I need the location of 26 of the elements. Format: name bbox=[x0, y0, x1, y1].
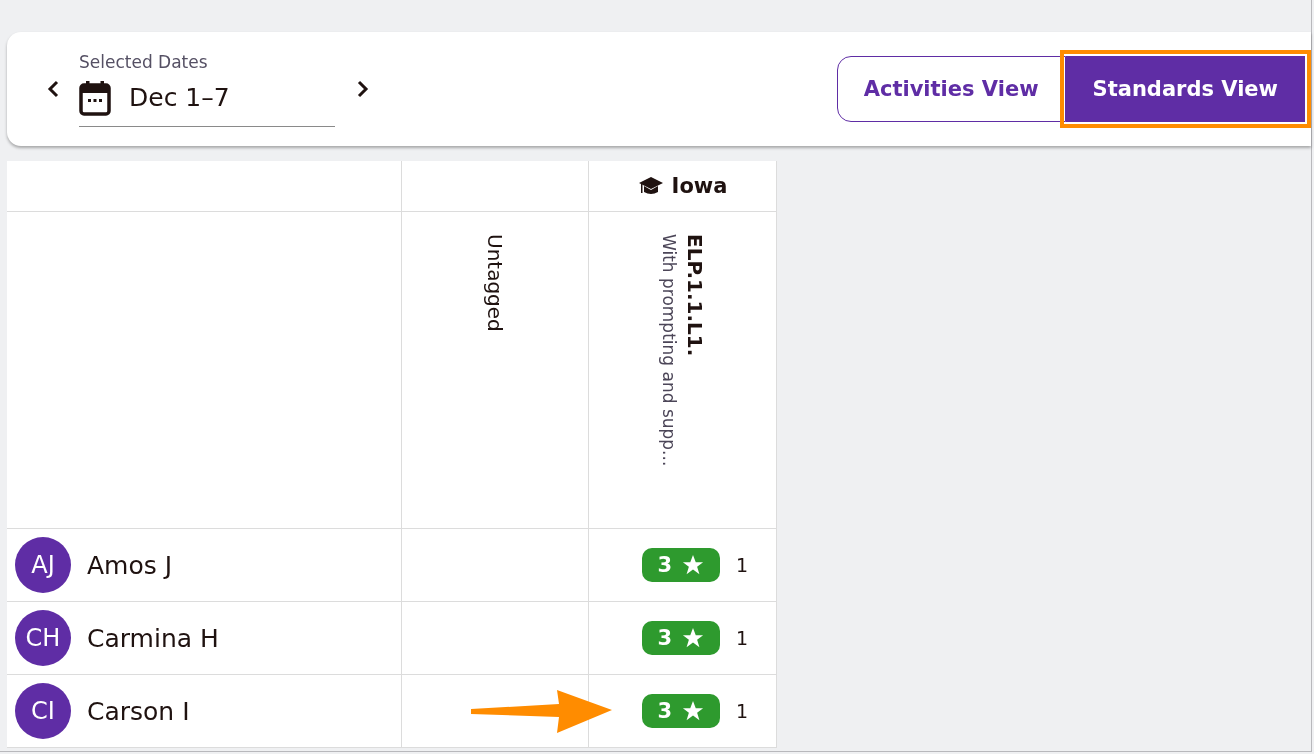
count: 1 bbox=[735, 700, 748, 722]
date-field[interactable]: Dec 1–7 bbox=[79, 79, 335, 127]
column-header: ELP.1.1.L1. bbox=[682, 234, 707, 359]
score-badge: 3 bbox=[641, 548, 720, 582]
calendar-icon bbox=[79, 79, 111, 116]
star-icon bbox=[682, 627, 705, 649]
star-icon bbox=[682, 700, 705, 722]
chevron-left-icon bbox=[47, 80, 59, 98]
score-badge: 3 bbox=[641, 621, 720, 655]
student-name: Carmina H bbox=[87, 623, 219, 653]
avatar: CH bbox=[15, 610, 71, 666]
count: 1 bbox=[735, 627, 748, 649]
graduation-cap-icon bbox=[637, 176, 664, 196]
star-icon bbox=[682, 554, 705, 576]
field-label: Selected Dates bbox=[79, 51, 209, 72]
group-header: Iowa bbox=[637, 174, 728, 198]
avatar: AJ bbox=[15, 537, 71, 593]
avatar: CI bbox=[15, 683, 71, 739]
column-subtitle: With prompting and supp... bbox=[658, 234, 679, 467]
student-name: Amos J bbox=[87, 550, 173, 580]
score-badge: 3 bbox=[641, 694, 720, 728]
chevron-right-icon bbox=[357, 80, 369, 98]
count: 1 bbox=[735, 554, 748, 576]
column-header: Untagged bbox=[483, 234, 507, 332]
student-name: Carson I bbox=[87, 696, 190, 726]
view-tab[interactable]: Activities View bbox=[836, 56, 1066, 122]
